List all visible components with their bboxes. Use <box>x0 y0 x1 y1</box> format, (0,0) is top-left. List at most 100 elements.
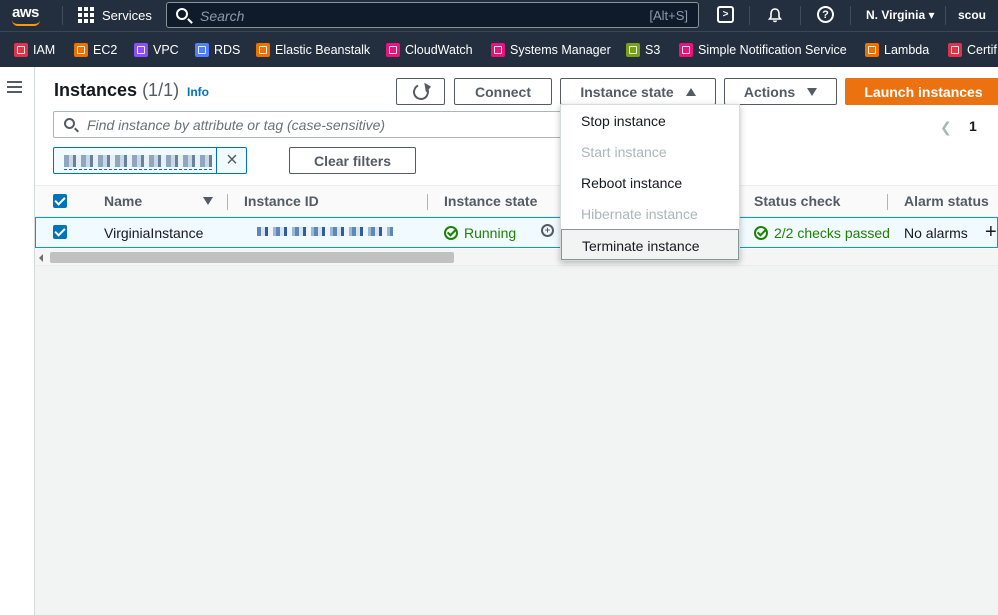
refresh-button[interactable] <box>396 78 445 105</box>
services-label: Services <box>102 7 152 23</box>
favorite-systems-manager[interactable]: Systems Manager <box>491 41 611 59</box>
favorite-elastic-beanstalk[interactable]: Elastic Beanstalk <box>256 41 370 59</box>
status-check-text: 2/2 checks passed <box>774 225 890 241</box>
help-icon[interactable]: ? <box>817 6 834 23</box>
favorite-rds[interactable]: RDS <box>195 41 240 59</box>
side-navigation <box>0 67 35 615</box>
services-menu-button[interactable]: Services <box>78 5 152 25</box>
column-header-instance-id[interactable]: Instance ID <box>244 193 319 209</box>
favorite-label: Elastic Beanstalk <box>275 43 371 57</box>
favorite-sns[interactable]: Simple Notification Service <box>679 41 847 59</box>
divider <box>62 6 63 25</box>
grid-icon <box>78 7 94 23</box>
certificate-manager-icon <box>948 43 962 57</box>
instance-state-status: Running <box>444 225 516 241</box>
favorite-iam[interactable]: IAM <box>14 41 55 59</box>
favorites-bar: IAM EC2 VPC RDS Elastic Beanstalk CloudW… <box>0 31 998 67</box>
favorite-label: IAM <box>33 43 56 57</box>
instance-state-text: Running <box>464 225 517 241</box>
zoom-in-icon[interactable]: + <box>541 224 554 237</box>
column-divider <box>427 194 428 210</box>
menu-item-start-instance: Start instance <box>581 144 667 160</box>
cloudshell-icon[interactable]: > <box>717 6 734 23</box>
favorite-ec2[interactable]: EC2 <box>74 41 117 59</box>
scrollbar-thumb[interactable] <box>50 252 454 263</box>
instance-state-button[interactable]: Instance state <box>560 78 716 105</box>
favorite-label: EC2 <box>93 43 118 57</box>
account-menu[interactable]: scou <box>958 8 986 22</box>
refresh-icon <box>410 81 431 102</box>
systems-manager-icon <box>491 43 505 57</box>
cloudwatch-icon <box>386 43 400 57</box>
menu-icon[interactable] <box>7 81 22 93</box>
horizontal-scrollbar[interactable] <box>35 249 998 265</box>
divider <box>945 6 946 25</box>
check-circle-icon <box>444 226 458 240</box>
aws-logo[interactable]: aws <box>12 4 39 21</box>
favorite-label: CloudWatch <box>405 43 473 57</box>
column-divider <box>227 194 228 210</box>
elastic-beanstalk-icon <box>256 43 270 57</box>
rds-icon <box>195 43 209 57</box>
column-header-instance-state[interactable]: Instance state <box>444 193 537 209</box>
actions-button[interactable]: Actions <box>724 78 837 105</box>
table-row[interactable]: VirginiaInstance Running 2/2 checks pass… <box>35 217 998 248</box>
filter-token[interactable]: × <box>53 147 247 174</box>
caret-down-icon <box>807 87 818 96</box>
redacted-filter-value <box>64 155 212 167</box>
favorite-label: Certif <box>967 43 997 57</box>
check-circle-icon <box>754 226 768 240</box>
add-alarm-icon[interactable]: + <box>985 221 997 244</box>
launch-instances-button[interactable]: Launch instances <box>845 78 998 105</box>
select-all-checkbox[interactable] <box>53 194 67 208</box>
region-selector[interactable]: N. Virginia ▾ <box>866 8 934 22</box>
column-header-alarm-status[interactable]: Alarm status <box>904 193 989 209</box>
s3-icon <box>626 43 640 57</box>
previous-page-icon[interactable]: ❮ <box>940 119 952 136</box>
info-link[interactable]: Info <box>187 85 209 99</box>
instance-filter-input[interactable]: Find instance by attribute or tag (case-… <box>53 111 573 138</box>
instance-state-menu: Stop instance Start instance Reboot inst… <box>560 104 740 261</box>
search-input[interactable]: Search [Alt+S] <box>166 2 699 28</box>
aws-smile-icon <box>12 20 40 26</box>
favorite-s3[interactable]: S3 <box>626 41 660 59</box>
remove-filter-icon[interactable]: × <box>216 148 247 173</box>
column-header-status-check[interactable]: Status check <box>754 193 840 209</box>
sns-icon <box>679 43 693 57</box>
column-divider <box>887 194 888 210</box>
clear-filters-button[interactable]: Clear filters <box>289 147 416 174</box>
favorite-cloudwatch[interactable]: CloudWatch <box>386 41 473 59</box>
status-check[interactable]: 2/2 checks passed <box>754 225 890 241</box>
connect-button[interactable]: Connect <box>454 78 552 105</box>
bell-icon[interactable] <box>765 5 785 25</box>
favorite-label: Lambda <box>884 43 930 57</box>
token-underline <box>64 169 212 170</box>
table-header: Name Instance ID Instance state Status c… <box>35 185 998 217</box>
iam-icon <box>14 43 28 57</box>
instance-count: (1/1) <box>142 80 180 100</box>
row-checkbox[interactable] <box>53 225 67 239</box>
alarm-status: No alarms <box>904 225 968 241</box>
favorite-lambda[interactable]: Lambda <box>865 41 929 59</box>
favorite-certificate-manager[interactable]: Certif <box>948 41 997 59</box>
divider <box>749 6 750 25</box>
menu-item-terminate-instance[interactable]: Terminate instance <box>561 229 739 260</box>
page-title-text: Instances <box>54 80 138 100</box>
vpc-icon <box>134 43 148 57</box>
filter-placeholder: Find instance by attribute or tag (case-… <box>87 117 386 133</box>
scroll-left-icon[interactable] <box>39 254 43 262</box>
divider <box>850 6 851 25</box>
redacted-instance-id[interactable] <box>257 227 393 236</box>
menu-item-reboot-instance[interactable]: Reboot instance <box>561 167 739 198</box>
search-placeholder: Search <box>200 8 245 24</box>
sort-descending-icon[interactable] <box>203 197 213 205</box>
column-header-name[interactable]: Name <box>104 193 142 209</box>
menu-item-stop-instance[interactable]: Stop instance <box>561 105 739 136</box>
instances-panel: Instances (1/1) Info Connect Instance st… <box>35 67 998 266</box>
page-number[interactable]: 1 <box>969 118 977 134</box>
actions-label: Actions <box>743 83 796 100</box>
favorite-label: Simple Notification Service <box>698 43 847 57</box>
main-content: Instances (1/1) Info Connect Instance st… <box>35 67 998 615</box>
favorite-vpc[interactable]: VPC <box>134 41 179 59</box>
search-icon <box>176 8 188 20</box>
